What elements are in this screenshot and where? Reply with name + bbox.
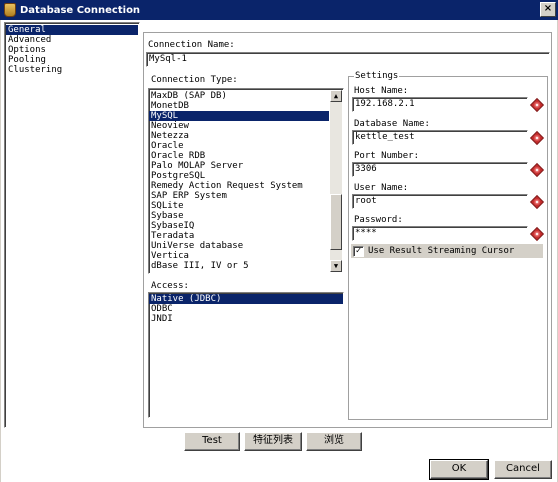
connection-name-input[interactable]: MySql-1 bbox=[146, 52, 550, 67]
connection-type-item[interactable]: dBase III, IV or 5 bbox=[149, 261, 329, 271]
cancel-button[interactable]: Cancel bbox=[494, 460, 552, 479]
connection-type-item[interactable]: SQLite bbox=[149, 201, 329, 211]
settings-legend: Settings bbox=[354, 71, 400, 81]
access-label: Access: bbox=[151, 281, 189, 291]
access-type-item[interactable]: JNDI bbox=[149, 314, 343, 324]
connection-type-item[interactable]: Oracle bbox=[149, 141, 329, 151]
connection-type-item[interactable]: MySQL bbox=[149, 111, 329, 121]
close-button[interactable]: × bbox=[540, 2, 556, 17]
connection-type-item[interactable]: Teradata bbox=[149, 231, 329, 241]
category-list[interactable]: General Advanced Options Pooling Cluster… bbox=[4, 22, 140, 428]
connection-type-item[interactable]: Neoview bbox=[149, 121, 329, 131]
user-name-label: User Name: bbox=[354, 183, 409, 193]
connection-type-item[interactable]: Palo MOLAP Server bbox=[149, 161, 329, 171]
ok-button[interactable]: OK bbox=[429, 459, 489, 480]
window-title: Database Connection bbox=[20, 4, 141, 16]
nav-item-advanced[interactable]: Advanced bbox=[6, 35, 138, 45]
title-bar: Database Connection × bbox=[0, 0, 558, 20]
connection-type-item[interactable]: MonetDB bbox=[149, 101, 329, 111]
connection-type-scrollbar[interactable]: ▲ ▼ bbox=[330, 90, 342, 272]
connection-type-list[interactable]: MaxDB (SAP DB) MonetDB MySQL Neoview Netezza… bbox=[148, 88, 344, 274]
database-name-label: Database Name: bbox=[354, 119, 430, 129]
scroll-down-button[interactable]: ▼ bbox=[330, 260, 342, 272]
connection-type-item[interactable]: PostgreSQL bbox=[149, 171, 329, 181]
explore-button[interactable]: 浏览 bbox=[306, 432, 362, 451]
port-number-input[interactable]: 3306 bbox=[352, 162, 528, 177]
feature-list-button[interactable]: 特征列表 bbox=[244, 432, 302, 451]
connection-type-item[interactable]: Vertica bbox=[149, 251, 329, 261]
scroll-up-button[interactable]: ▲ bbox=[330, 90, 342, 102]
password-label: Password: bbox=[354, 215, 403, 225]
port-number-label: Port Number: bbox=[354, 151, 420, 161]
access-list[interactable]: Native (JDBC) ODBC JNDI bbox=[148, 292, 344, 418]
connection-type-label: Connection Type: bbox=[151, 75, 238, 85]
nav-item-pooling[interactable]: Pooling bbox=[6, 55, 138, 65]
scroll-thumb[interactable] bbox=[330, 194, 342, 250]
streaming-cursor-checkbox[interactable]: ✓ bbox=[353, 245, 364, 257]
connection-type-item[interactable]: Remedy Action Request System bbox=[149, 181, 329, 191]
connection-type-item[interactable]: Netezza bbox=[149, 131, 329, 141]
password-input[interactable]: **** bbox=[352, 226, 528, 241]
access-type-item[interactable]: Native (JDBC) bbox=[149, 294, 343, 304]
connection-type-item[interactable]: Oracle RDB bbox=[149, 151, 329, 161]
connection-type-item[interactable]: SybaseIQ bbox=[149, 221, 329, 231]
nav-item-general[interactable]: General bbox=[6, 25, 138, 35]
connection-type-item[interactable]: SAP ERP System bbox=[149, 191, 329, 201]
connection-name-label: Connection Name: bbox=[148, 40, 235, 50]
test-button[interactable]: Test bbox=[184, 432, 240, 451]
nav-item-clustering[interactable]: Clustering bbox=[6, 65, 138, 75]
access-type-item[interactable]: ODBC bbox=[149, 304, 343, 314]
streaming-cursor-row[interactable]: ✓ Use Result Streaming Cursor bbox=[351, 244, 543, 258]
host-name-input[interactable]: 192.168.2.1 bbox=[352, 97, 528, 112]
host-name-label: Host Name: bbox=[354, 86, 409, 96]
connection-type-item[interactable]: UniVerse database bbox=[149, 241, 329, 251]
connection-type-item[interactable]: MaxDB (SAP DB) bbox=[149, 91, 329, 101]
user-name-input[interactable]: root bbox=[352, 194, 528, 209]
nav-item-options[interactable]: Options bbox=[6, 45, 138, 55]
database-icon bbox=[4, 3, 16, 17]
streaming-cursor-label: Use Result Streaming Cursor bbox=[368, 246, 515, 256]
connection-type-item[interactable]: Sybase bbox=[149, 211, 329, 221]
database-name-input[interactable]: kettle_test bbox=[352, 130, 528, 145]
